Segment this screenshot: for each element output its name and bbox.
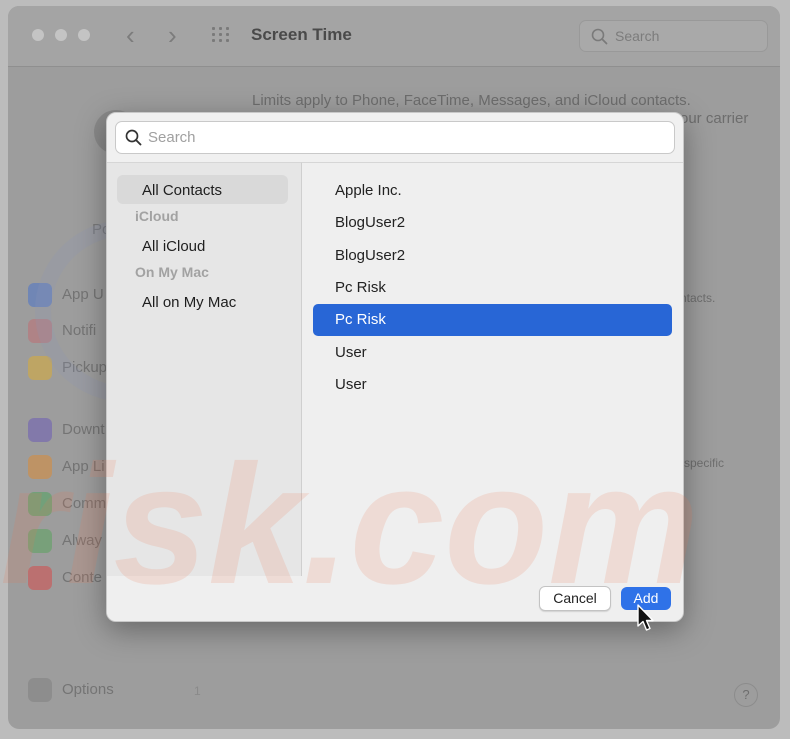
contact-name: User [335, 344, 367, 361]
contact-search-field[interactable]: Search [115, 121, 675, 154]
show-all-grid-icon[interactable] [212, 27, 232, 43]
window-title: Screen Time [251, 25, 352, 44]
forward-arrow-icon[interactable]: › [168, 20, 177, 50]
watermark-risk-text: risk.com [0, 430, 700, 620]
search-icon [125, 129, 142, 146]
group-header-icloud: iCloud [135, 208, 179, 224]
title-bar: ‹ › Screen Time Search [8, 6, 780, 67]
contact-row[interactable]: Pc Risk [313, 272, 672, 304]
options-ellipsis-icon [28, 678, 52, 702]
contact-name: Apple Inc. [335, 182, 402, 199]
search-icon [591, 28, 608, 45]
zoom-window-button[interactable] [78, 29, 90, 41]
contact-row[interactable]: User [313, 369, 672, 401]
window-search-field[interactable]: Search [579, 20, 768, 52]
contact-name: User [335, 376, 367, 393]
limits-description: Limits apply to Phone, FaceTime, Message… [252, 92, 691, 109]
contact-name: BlogUser2 [335, 214, 406, 231]
group-all-contacts[interactable]: All Contacts [142, 182, 222, 199]
close-window-button[interactable] [32, 29, 44, 41]
options-count: 1 [194, 684, 201, 698]
contact-row-selected[interactable]: Pc Risk [313, 304, 672, 336]
window-search-placeholder: Search [615, 28, 660, 44]
group-all-icloud[interactable]: All iCloud [142, 238, 205, 255]
back-arrow-icon[interactable]: ‹ [126, 20, 135, 50]
contacts-text-fragment: ntacts. [680, 291, 716, 305]
group-header-on-my-mac: On My Mac [135, 264, 209, 280]
contact-name: BlogUser2 [335, 247, 406, 264]
minimize-window-button[interactable] [55, 29, 67, 41]
contact-name: Pc Risk [335, 279, 386, 296]
mouse-pointer-icon [637, 604, 654, 631]
group-all-on-my-mac[interactable]: All on My Mac [142, 294, 236, 311]
contact-row[interactable]: BlogUser2 [313, 207, 672, 239]
contact-name: Pc Risk [335, 311, 386, 328]
help-button[interactable]: ? [734, 683, 758, 707]
contact-search-placeholder: Search [148, 129, 196, 146]
carrier-text-fragment: our carrier [680, 110, 749, 127]
contact-row[interactable]: BlogUser2 [313, 240, 672, 272]
contact-row[interactable]: Apple Inc. [313, 175, 672, 207]
sidebar-item-options[interactable]: Options [62, 681, 114, 698]
contact-row[interactable]: User [313, 337, 672, 369]
